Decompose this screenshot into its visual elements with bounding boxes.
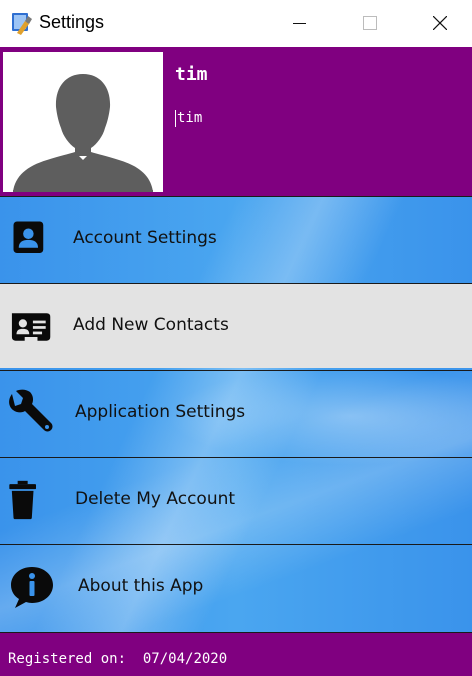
menu-item-account-settings[interactable]: Account Settings <box>0 196 472 281</box>
username-label: tim <box>175 64 208 85</box>
maximize-icon <box>363 16 377 30</box>
info-icon <box>11 567 53 608</box>
menu-item-add-new-contacts[interactable]: Add New Contacts <box>0 283 472 368</box>
registration-info: Registered on: 07/04/2020 <box>8 651 227 667</box>
trash-icon <box>9 480 37 520</box>
name-input-value: tim <box>177 110 203 126</box>
avatar[interactable] <box>3 52 163 192</box>
menu-item-label: Account Settings <box>73 228 217 248</box>
settings-menu: Account Settings Add New Contacts Applic… <box>0 196 472 632</box>
close-button[interactable] <box>410 0 470 47</box>
text-caret <box>175 109 176 127</box>
menu-item-label: Application Settings <box>75 402 246 422</box>
menu-item-label: About this App <box>78 576 204 596</box>
close-icon <box>433 16 447 30</box>
registered-date: 07/04/2020 <box>142 651 228 667</box>
registered-label: Registered on: <box>8 651 127 667</box>
registration-footer: Registered on: 07/04/2020 <box>0 632 472 676</box>
name-input[interactable]: tim <box>175 107 375 129</box>
contact-card-icon <box>11 313 51 341</box>
menu-item-about-this-app[interactable]: About this App <box>0 544 472 629</box>
account-card-icon <box>13 221 44 253</box>
profile-header: tim tim <box>0 47 472 196</box>
menu-item-application-settings[interactable]: Application Settings <box>0 370 472 455</box>
minimize-button[interactable] <box>270 0 330 47</box>
maximize-button[interactable] <box>340 0 400 47</box>
menu-item-delete-my-account[interactable]: Delete My Account <box>0 457 472 542</box>
menu-item-label: Delete My Account <box>75 489 236 509</box>
wrench-icon <box>9 389 53 432</box>
default-user-silhouette-icon <box>13 74 153 192</box>
window-titlebar: Settings <box>0 0 472 48</box>
menu-item-label: Add New Contacts <box>73 315 229 335</box>
minimize-icon <box>293 23 306 24</box>
window-title: Settings <box>39 12 105 32</box>
settings-app-icon <box>12 13 32 35</box>
